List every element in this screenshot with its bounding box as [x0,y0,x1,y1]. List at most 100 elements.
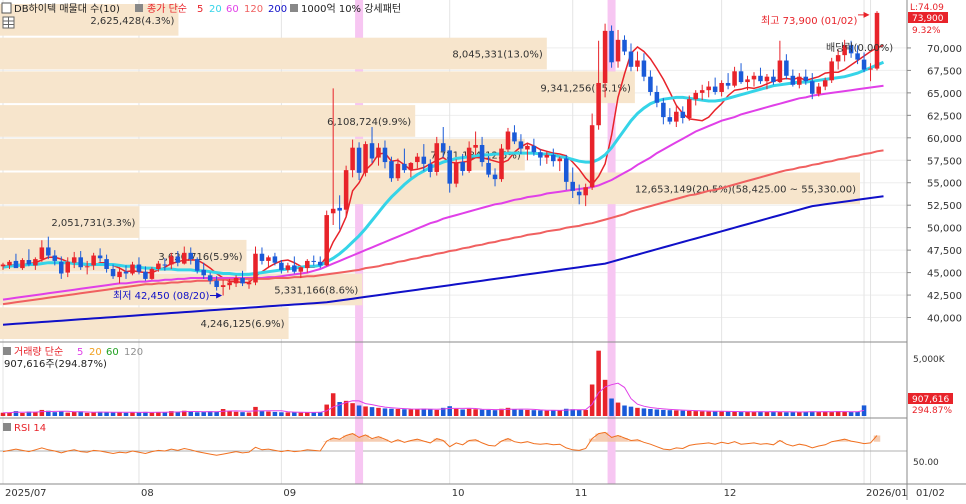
volume-value-text: 907,616주(294.87%) [4,359,107,370]
chart-menu-icon[interactable] [1,2,12,14]
candle-body [699,90,705,93]
time-tick-label: 11 [575,488,588,499]
volume-bar [285,412,291,416]
volume-profile-label: 12,653,149(20.5%)(58,425.00 ~ 55,330.00) [635,184,856,195]
ma-label[interactable]: 종가 단순 [147,3,187,15]
volume-bar [654,409,660,416]
candle-body [589,125,595,188]
volume-bar [292,412,297,416]
ma-period-20: 20 [209,4,222,15]
candle-body [712,86,718,92]
candle-body [460,162,465,172]
candle-body [809,81,815,94]
candle-body [110,269,116,277]
price-tick-label: 47,500 [927,246,962,257]
volume-bar [518,409,524,416]
candle-body [149,269,155,279]
rsi-label[interactable]: RSI 14 [14,423,46,434]
ma-period-5: 5 [197,4,203,15]
volume-bar [693,411,698,416]
candle-body [428,163,433,172]
current-change-percent: 9.32% [912,26,941,36]
pattern-label[interactable]: 1000억 10% 강세패턴 [301,3,401,15]
candle-body [382,147,388,163]
rsi-square-icon[interactable] [3,423,11,431]
candle-body [751,75,757,80]
volume-bar [790,412,796,416]
candle-body [551,154,556,162]
candle-body [311,260,317,262]
candle-body [259,253,265,261]
volume-bar [602,379,608,416]
candle-body [745,79,750,83]
volume-bar [686,410,692,416]
volume-square-icon[interactable] [3,347,11,355]
volume-bar [20,412,25,416]
candle-body [440,143,446,152]
candle-body [784,60,789,76]
candle-body [389,161,394,179]
candle-body [635,60,640,67]
volume-bar [415,409,420,416]
volume-bar [52,412,58,416]
price-tick-label: 67,500 [927,66,962,77]
candle-body [803,76,809,82]
candle-body [46,247,51,256]
candle-body [479,144,485,163]
candle-body [725,82,731,86]
candle-body [324,215,329,266]
candle-body [544,154,550,158]
candle-body [557,158,563,162]
volume-bar [330,393,336,416]
chart-canvas[interactable]: 2,625,428(4.3%) 8,045,331(13.0%) 9,341,256… [0,0,966,500]
volume-bar [848,411,854,416]
current-price-value: 73,900 [912,14,944,24]
candle-body [466,147,472,172]
volume-axis-label: 5,000K [913,355,946,365]
price-tick-label: 65,000 [927,89,962,100]
candle-body [855,53,860,60]
candle-body [337,207,342,211]
volume-bar [609,398,614,416]
candle-body [91,255,96,266]
candle-body [758,75,763,82]
volume-bar [65,412,71,416]
candle-body [764,76,770,82]
price-tick-label: 62,500 [927,111,962,122]
volume-profile-label: 5,331,166(8.6%) [274,285,358,296]
volume-bar [699,411,705,416]
volume-bar [706,411,711,416]
price-tick-label: 45,000 [927,269,962,280]
candle-body [395,163,401,179]
candle-body [447,150,452,184]
candle-body [233,277,239,284]
stock-label[interactable]: DB하이텍 매물대 수(10) [14,2,120,15]
volume-bar [492,410,498,416]
candle-body [797,76,802,85]
volume-bar [201,412,206,416]
candle-body [434,143,440,172]
volume-bar [110,412,116,416]
volume-bar [855,412,860,416]
volume-bar [771,411,776,416]
candle-body [356,147,362,173]
settings-square-icon[interactable] [135,4,143,12]
volume-bar [402,409,407,416]
candle-body [350,147,355,171]
candle-body [369,143,375,159]
volume-bar [816,411,821,416]
candle-body [473,144,478,148]
volume-profile-label: 8,045,331(13.0%) [452,50,543,61]
candle-body [667,117,673,122]
volume-bar [39,409,45,416]
volume-bar [408,409,414,416]
candle-body [266,257,271,261]
volume-label[interactable]: 거래량 단순 [14,346,63,358]
volume-bar [764,411,770,416]
candle-body [305,260,310,269]
candle-body [719,82,724,92]
candle-body [505,131,511,150]
volume-bar [279,412,284,416]
pattern-square-icon[interactable] [290,4,298,12]
candle-body [279,262,284,270]
